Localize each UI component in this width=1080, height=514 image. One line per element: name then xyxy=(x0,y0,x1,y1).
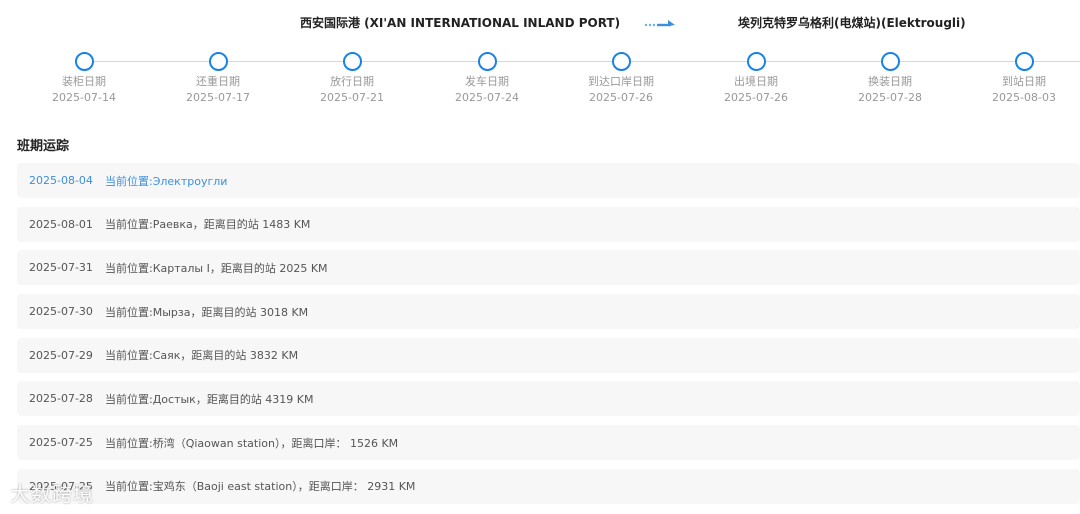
milestone-step: 还重日期 2025-07-17 xyxy=(158,50,278,105)
tracking-date: 2025-07-28 xyxy=(29,392,93,406)
tracking-location: 当前位置:Достык，距离目的站 4319 KM xyxy=(105,392,314,406)
milestone-date: 2025-07-17 xyxy=(186,91,250,104)
tracking-row: 2025-07-30 当前位置:Мырза，距离目的站 3018 KM xyxy=(17,294,1080,330)
milestone-date: 2025-07-14 xyxy=(52,91,116,104)
milestone-date: 2025-07-26 xyxy=(589,91,653,104)
tracking-row: 2025-07-28 当前位置:Достык，距离目的站 4319 KM xyxy=(17,381,1080,417)
milestone-label: 到达口岸日期 xyxy=(588,75,654,88)
milestone-step: 出境日期 2025-07-26 xyxy=(696,50,816,105)
milestone-dot-icon xyxy=(880,52,900,71)
milestone-step: 装柜日期 2025-07-14 xyxy=(24,50,144,105)
milestone-timeline: 装柜日期 2025-07-14 还重日期 2025-07-17 放行日期 202… xyxy=(0,50,1080,112)
tracking-date: 2025-07-29 xyxy=(29,348,93,362)
tracking-row: 2025-08-04 当前位置:Электроугли xyxy=(17,163,1080,198)
milestone-step: 到达口岸日期 2025-07-26 xyxy=(561,50,681,105)
milestone-dot-icon xyxy=(74,52,94,71)
tracking-row: 2025-08-01 当前位置:Раевка，距离目的站 1483 KM xyxy=(17,206,1080,242)
tracking-location: 当前位置:桥湾（Qiaowan station），距离口岸： 1526 KM xyxy=(105,436,399,450)
route-header: 西安国际港 (XI'AN INTERNATIONAL INLAND PORT) … xyxy=(0,0,1080,44)
milestone-label: 装柜日期 xyxy=(62,75,106,88)
milestone-dot-icon xyxy=(477,52,497,71)
milestone-step: 换装日期 2025-07-28 xyxy=(830,50,950,105)
milestone-date: 2025-07-24 xyxy=(455,91,519,104)
milestone-dot-icon xyxy=(746,52,766,71)
milestone-dot-icon xyxy=(208,52,228,71)
destination-station: 埃列克特罗乌格利(电煤站)(Elektrougli) xyxy=(738,16,966,30)
tracking-row: 2025-07-25 当前位置:宝鸡东（Baoji east station），… xyxy=(17,468,1080,504)
tracking-location: 当前位置:Карталы I，距离目的站 2025 KM xyxy=(105,261,328,275)
milestone-date: 2025-07-21 xyxy=(320,91,384,104)
origin-station: 西安国际港 (XI'AN INTERNATIONAL INLAND PORT) xyxy=(300,16,621,30)
tracking-list: 2025-08-04 当前位置:Электроугли 2025-08-01 当… xyxy=(17,163,1080,513)
tracking-date: 2025-07-31 xyxy=(29,261,93,275)
tracking-location: 当前位置:Раевка，距离目的站 1483 KM xyxy=(105,218,311,232)
milestone-label: 换装日期 xyxy=(868,75,912,88)
tracking-row: 2025-07-25 当前位置:桥湾（Qiaowan station），距离口岸… xyxy=(17,425,1080,461)
milestone-step: 到站日期 2025-08-03 xyxy=(964,50,1080,105)
tracking-date: 2025-07-25 xyxy=(29,436,93,450)
tracking-row: 2025-07-29 当前位置:Саяк，距离目的站 3832 KM xyxy=(17,337,1080,373)
milestone-step: 放行日期 2025-07-21 xyxy=(292,50,412,105)
milestone-step: 发车日期 2025-07-24 xyxy=(427,50,547,105)
arrow-right-icon xyxy=(644,20,675,27)
milestone-label: 发车日期 xyxy=(465,75,509,88)
milestone-date: 2025-07-26 xyxy=(724,91,788,104)
tracking-location: 当前位置:宝鸡东（Baoji east station），距离口岸： 2931 … xyxy=(105,480,416,494)
milestone-date: 2025-08-03 xyxy=(992,91,1056,104)
milestone-dot-icon xyxy=(342,52,362,71)
milestone-label: 放行日期 xyxy=(330,75,374,88)
tracking-location: 当前位置:Саяк，距离目的站 3832 KM xyxy=(105,349,299,363)
tracking-date: 2025-08-01 xyxy=(29,217,93,231)
milestone-dot-icon xyxy=(611,52,631,71)
milestone-dot-icon xyxy=(1014,52,1034,71)
tracking-location: 当前位置:Электроугли xyxy=(105,174,228,188)
milestone-label: 出境日期 xyxy=(734,75,778,88)
milestone-label: 还重日期 xyxy=(196,75,240,88)
milestone-label: 到站日期 xyxy=(1002,75,1046,88)
tracking-location: 当前位置:Мырза，距离目的站 3018 KM xyxy=(105,305,309,319)
milestone-date: 2025-07-28 xyxy=(858,91,922,104)
tracking-row: 2025-07-31 当前位置:Карталы I，距离目的站 2025 KM xyxy=(17,250,1080,286)
tracking-section-title: 班期运踪 xyxy=(17,139,70,154)
tracking-date: 2025-08-04 xyxy=(29,174,93,187)
tracking-date: 2025-07-30 xyxy=(29,305,93,319)
watermark-logo: 大数跨境 xyxy=(10,482,94,506)
